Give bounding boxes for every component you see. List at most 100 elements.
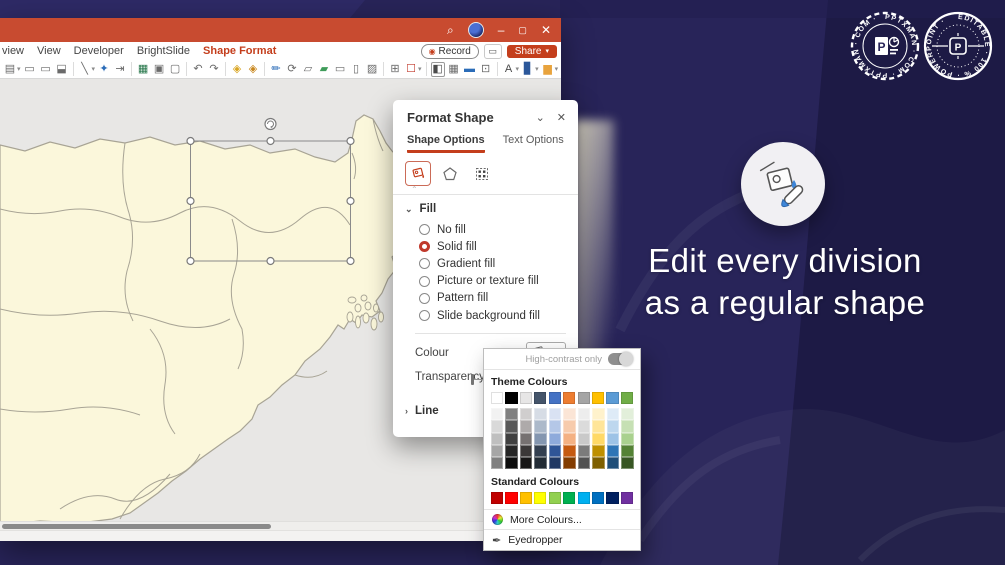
menu-tab-shape-format[interactable]: Shape Format <box>203 45 276 57</box>
horizontal-scrollbar[interactable] <box>0 521 561 530</box>
color-swatch[interactable] <box>534 408 546 420</box>
fill-option-picture-or-texture-fill[interactable]: Picture or texture fill <box>393 273 578 290</box>
more-colours-item[interactable]: More Colours... <box>484 509 640 529</box>
group-icon[interactable]: ◈ <box>230 62 244 77</box>
chevron-down-icon[interactable]: ▾ <box>555 65 559 73</box>
color-swatch[interactable] <box>491 420 503 432</box>
chevron-down-icon[interactable]: ▾ <box>17 65 21 73</box>
color-swatch[interactable] <box>549 492 561 504</box>
panel-tab-shape-options[interactable]: Shape Options <box>407 134 485 153</box>
avatar[interactable] <box>468 22 484 38</box>
color-swatch[interactable] <box>592 420 604 432</box>
format-painter-icon[interactable]: ✏ <box>269 62 283 77</box>
color-swatch[interactable] <box>563 408 575 420</box>
color-swatch[interactable] <box>534 433 546 445</box>
color-swatch[interactable] <box>563 457 575 469</box>
color-swatch[interactable] <box>578 433 590 445</box>
highlight-icon[interactable]: ▆ <box>541 62 555 77</box>
color-swatch[interactable] <box>520 433 532 445</box>
color-swatch[interactable] <box>520 420 532 432</box>
smartart-icon[interactable]: ⊞ <box>388 62 402 77</box>
color-swatch[interactable] <box>592 392 604 404</box>
projector-icon[interactable]: ⊡ <box>479 62 493 77</box>
menu-tab-view[interactable]: View <box>37 45 61 57</box>
color-swatch[interactable] <box>563 492 575 504</box>
fill-option-gradient-fill[interactable]: Gradient fill <box>393 255 578 272</box>
color-swatch[interactable] <box>578 408 590 420</box>
search-icon[interactable]: ⌕ <box>447 24 454 36</box>
fill-line-category-button[interactable] <box>405 161 431 186</box>
fill-option-slide-background-fill[interactable]: Slide background fill <box>393 307 578 324</box>
color-swatch[interactable] <box>606 392 618 404</box>
color-swatch[interactable] <box>592 457 604 469</box>
color-swatch[interactable] <box>491 433 503 445</box>
color-swatch[interactable] <box>491 492 503 504</box>
eyedropper-item[interactable]: ✒ Eyedropper <box>484 529 640 550</box>
color-swatch[interactable] <box>534 420 546 432</box>
color-swatch[interactable] <box>549 392 561 404</box>
color-swatch[interactable] <box>607 408 619 420</box>
color-swatch[interactable] <box>549 457 561 469</box>
color-swatch[interactable] <box>549 445 561 457</box>
color-swatch[interactable] <box>606 492 618 504</box>
transparency-slider-thumb[interactable] <box>471 374 474 385</box>
unlock-icon[interactable]: ▢ <box>168 62 182 77</box>
rotate-handle[interactable] <box>265 119 276 130</box>
color-swatch[interactable] <box>534 492 546 504</box>
comments-button[interactable]: ▭ <box>484 44 502 59</box>
menu-tab-developer[interactable]: Developer <box>74 45 124 57</box>
color-swatch[interactable] <box>520 492 532 504</box>
font-color-icon[interactable]: A <box>502 62 516 77</box>
color-swatch[interactable] <box>520 408 532 420</box>
record-button[interactable]: ◉Record <box>421 44 479 59</box>
color-swatch[interactable] <box>505 433 517 445</box>
theme-colors-icon[interactable]: ▊ <box>521 62 535 77</box>
color-swatch[interactable] <box>520 457 532 469</box>
color-swatch[interactable] <box>505 445 517 457</box>
table-icon[interactable]: ▦ <box>136 62 150 77</box>
chevron-down-icon[interactable]: ▾ <box>516 65 520 73</box>
color-swatch[interactable] <box>592 408 604 420</box>
color-swatch[interactable] <box>505 420 517 432</box>
color-swatch[interactable] <box>578 445 590 457</box>
placeholder-icon[interactable]: ▤ <box>3 62 17 77</box>
color-swatch[interactable] <box>549 433 561 445</box>
color-swatch[interactable] <box>607 445 619 457</box>
color-swatch[interactable] <box>534 392 546 404</box>
panel-collapse-icon[interactable]: ⌄ <box>536 111 545 124</box>
color-swatch[interactable] <box>520 392 532 404</box>
fill-option-solid-fill[interactable]: Solid fill <box>393 238 578 255</box>
color-swatch[interactable] <box>549 420 561 432</box>
color-swatch[interactable] <box>491 457 503 469</box>
high-contrast-toggle[interactable] <box>608 353 632 365</box>
color-swatch[interactable] <box>578 492 590 504</box>
chevron-down-icon[interactable]: ▾ <box>535 65 539 73</box>
color-swatch[interactable] <box>491 392 503 404</box>
color-swatch[interactable] <box>578 392 590 404</box>
new-window-icon[interactable]: ▱ <box>301 62 315 77</box>
color-swatch[interactable] <box>592 445 604 457</box>
color-swatch[interactable] <box>592 433 604 445</box>
color-swatch[interactable] <box>563 433 575 445</box>
color-swatch[interactable] <box>563 392 575 404</box>
panel-close-icon[interactable]: ✕ <box>557 111 566 124</box>
picture-frame-icon[interactable]: ▭ <box>39 62 53 77</box>
color-swatch[interactable] <box>491 408 503 420</box>
panel-tab-text-options[interactable]: Text Options <box>503 134 564 153</box>
share-button[interactable]: Share▾ <box>507 45 557 58</box>
monitor-icon[interactable]: ▬ <box>463 62 477 77</box>
reset-icon[interactable]: ⟳ <box>285 62 299 77</box>
eraser-icon[interactable]: ▰ <box>317 62 331 77</box>
color-swatch[interactable] <box>534 457 546 469</box>
screenshot-icon[interactable]: ⬓ <box>55 62 69 77</box>
color-swatch[interactable] <box>621 457 633 469</box>
color-swatch[interactable] <box>505 408 517 420</box>
comment-bubble-icon[interactable]: ▭ <box>333 62 347 77</box>
color-swatch[interactable] <box>549 408 561 420</box>
flip-icon[interactable]: ↶ <box>191 62 205 77</box>
color-swatch[interactable] <box>621 445 633 457</box>
pen-icon[interactable]: ╲ <box>78 62 92 77</box>
color-swatch[interactable] <box>491 445 503 457</box>
image-alt-icon[interactable]: ▨ <box>365 62 379 77</box>
color-swatch[interactable] <box>621 433 633 445</box>
